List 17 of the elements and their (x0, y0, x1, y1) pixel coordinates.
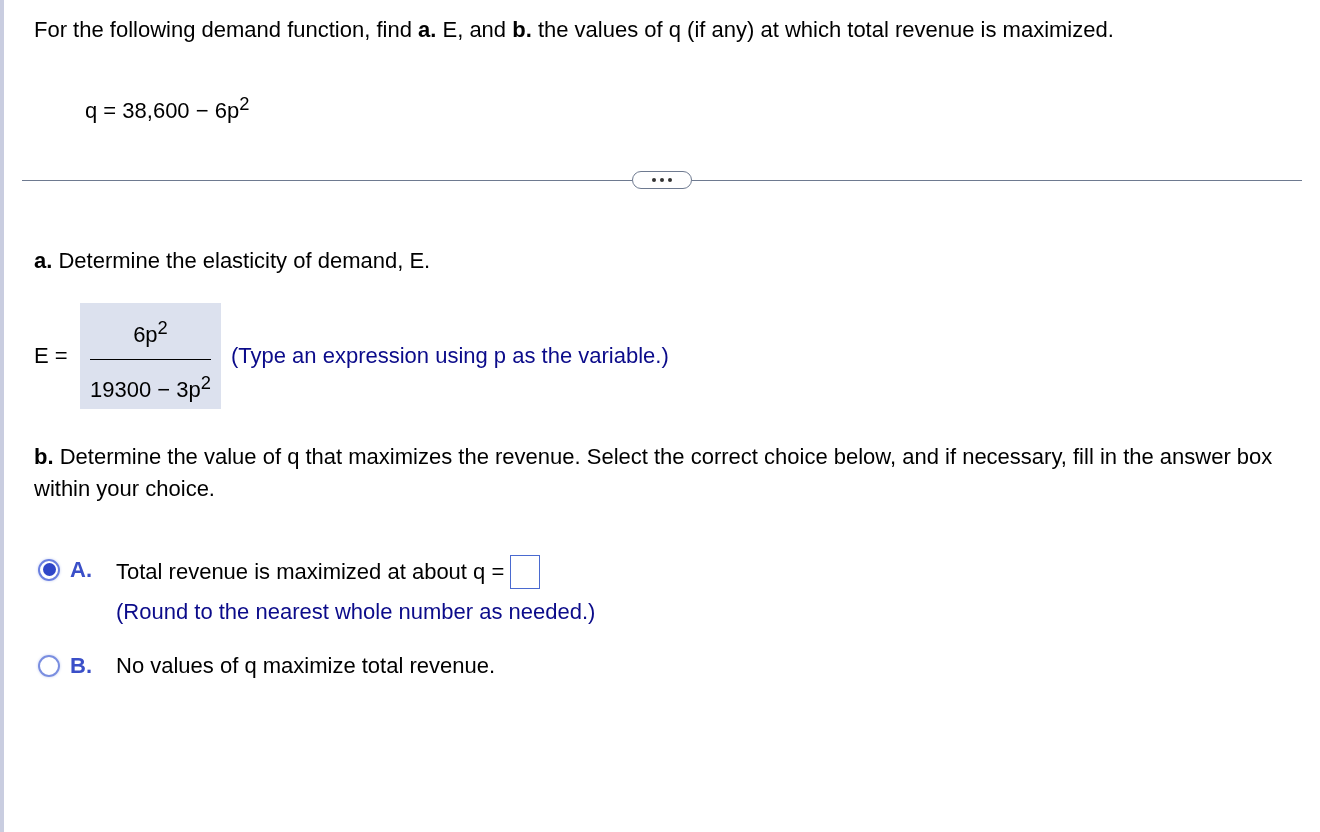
dots-icon (651, 177, 673, 184)
question-text: For the following demand function, find a. E, and b. the values of q (if any) at which total revenue is maximized. (34, 16, 1115, 44)
choice-letter: B. (70, 652, 93, 680)
part-b-prompt: b. Determine the value of q that maximizes the revenue. Select the correct choice below, and if necessary, fill in the answer box within your choice. (34, 443, 1274, 503)
expand-button[interactable] (632, 171, 692, 190)
demand-equation: q = 38,600 − 6p$^{2}$ (85, 92, 251, 126)
answer-box[interactable] (510, 555, 541, 589)
choice-letter: A. (70, 556, 93, 584)
choice-text: No values of q maximize total revenue. (116, 652, 496, 680)
radio-button[interactable] (38, 655, 60, 677)
equation-label: E = (34, 343, 69, 370)
answer-field[interactable]: 6p$^{2}$ 19300 − 3p$^{2}$ (80, 303, 221, 409)
part-a-prompt: a. Determine the elasticity of demand, E. (34, 247, 432, 276)
hint-text: (Round to the nearest whole number as needed.) (116, 598, 596, 626)
hint-text: (Type an expression using p as the variable.) (230, 343, 669, 370)
radio-button[interactable] (38, 559, 60, 581)
choice-text: Total revenue is maximized at about q = (116, 558, 505, 586)
